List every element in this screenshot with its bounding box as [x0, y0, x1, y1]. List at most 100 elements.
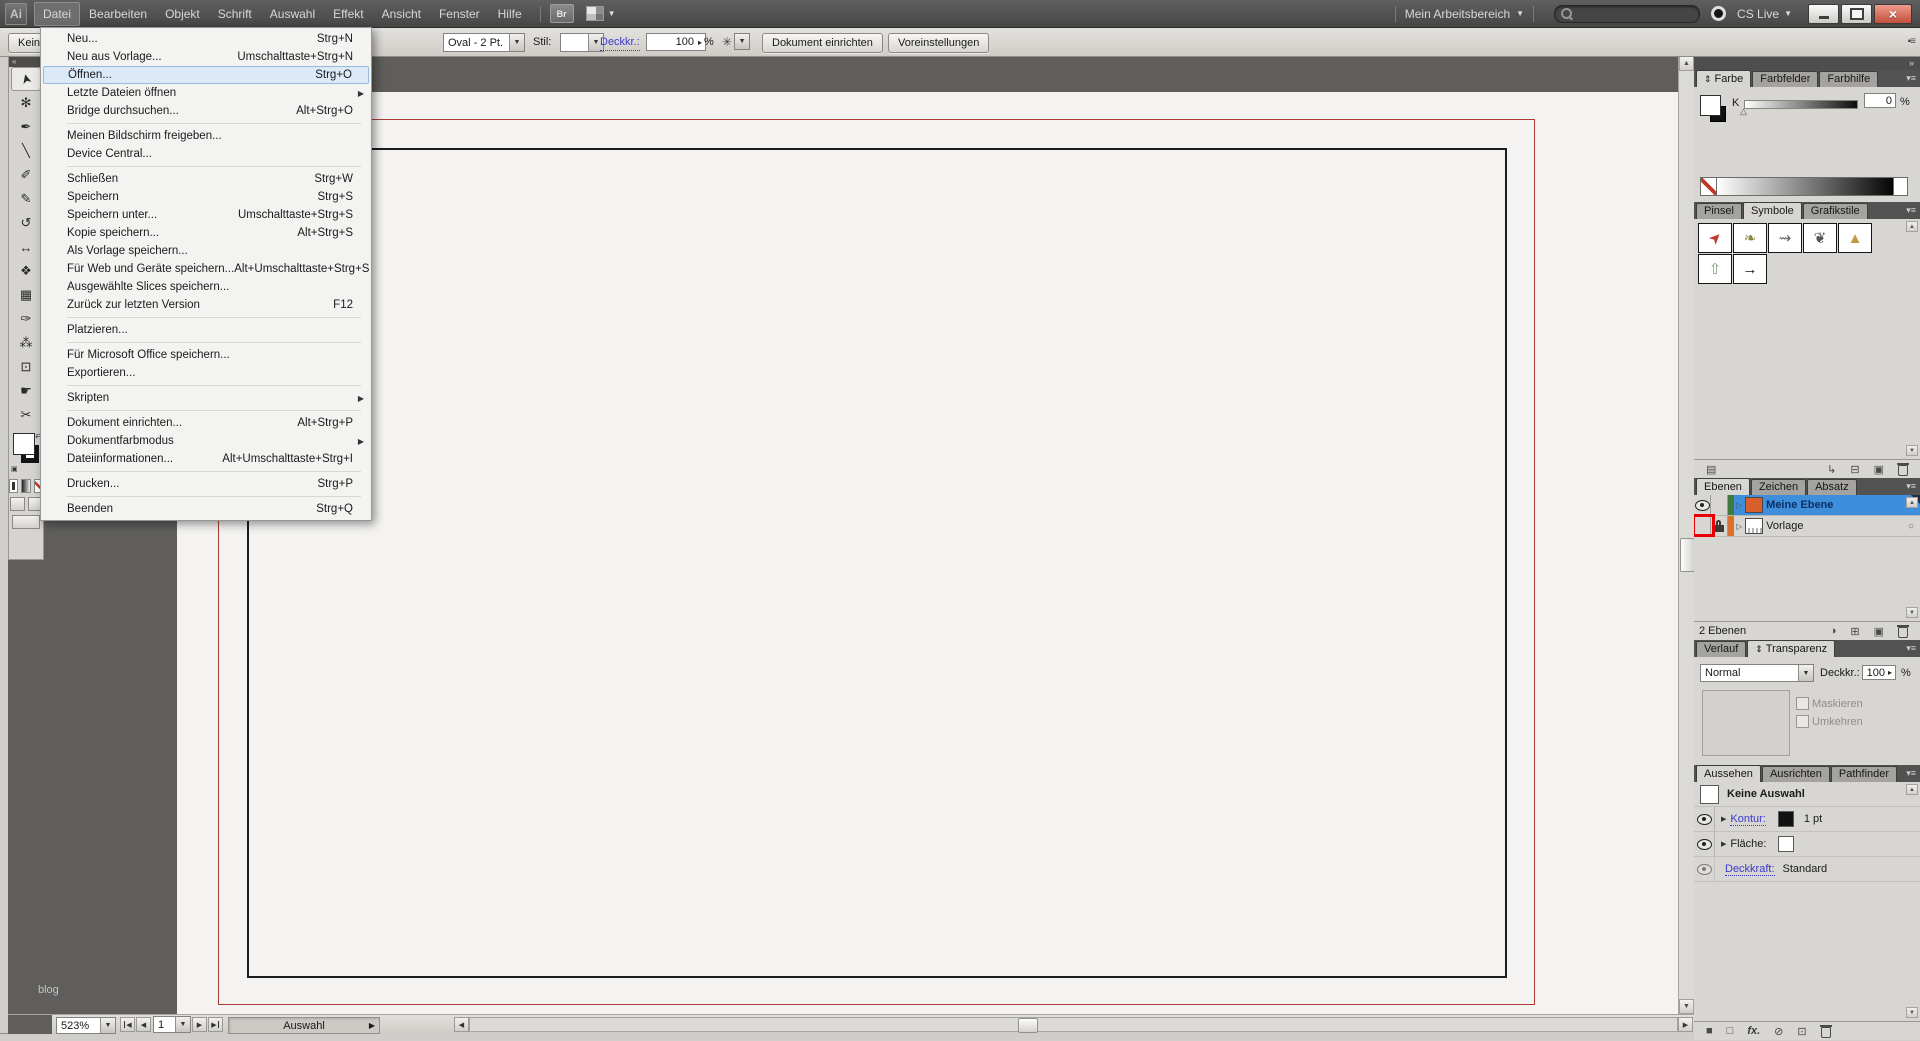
menu-item-speichern[interactable]: SpeichernStrg+S: [41, 188, 371, 206]
delete-item-icon[interactable]: [1821, 1024, 1831, 1038]
new-symbol-icon[interactable]: ▣: [1874, 463, 1884, 476]
visibility-toggle[interactable]: [1694, 807, 1715, 831]
menu-item-schliessen[interactable]: SchließenStrg+W: [41, 170, 371, 188]
menu-item-letzte-dateien-oeffnen[interactable]: Letzte Dateien öffnen▶: [41, 84, 371, 102]
menu-item-bildschirm-freigeben[interactable]: Meinen Bildschirm freigeben...: [41, 127, 371, 145]
new-art-basic-appearance-icon[interactable]: ■: [1706, 1025, 1713, 1037]
menu-item-neu-aus-vorlage[interactable]: Neu aus Vorlage...Umschalttaste+Strg+N: [41, 48, 371, 66]
break-symbol-link-icon[interactable]: ⊟: [1850, 463, 1859, 476]
workspace-switcher[interactable]: Mein Arbeitsbereich ▼: [1405, 7, 1524, 21]
menu-item-dokumentfarbmodus[interactable]: Dokumentfarbmodus▶: [41, 432, 371, 450]
menu-item-speichern-unter[interactable]: Speichern unter...Umschalttaste+Strg+S: [41, 206, 371, 224]
zoom-level-select[interactable]: 523% ▼: [56, 1017, 116, 1034]
menu-item-bridge-durchsuchen[interactable]: Bridge durchsuchen...Alt+Strg+O: [41, 102, 371, 120]
horizontal-scrollbar-thumb[interactable]: [1018, 1018, 1038, 1033]
menu-item-skripten[interactable]: Skripten▶: [41, 389, 371, 407]
tab-pinsel[interactable]: Pinsel: [1696, 203, 1742, 219]
layer-row-1[interactable]: ▷Vorlage○: [1694, 516, 1920, 537]
tab-farbfelder[interactable]: Farbfelder: [1752, 71, 1818, 87]
menu-item-kopie-speichern[interactable]: Kopie speichern...Alt+Strg+S: [41, 224, 371, 242]
arrange-documents-button[interactable]: ▼: [586, 6, 616, 21]
layer-visibility-toggle[interactable]: [1694, 495, 1711, 515]
horizontal-scrollbar[interactable]: [469, 1017, 1678, 1032]
menubar-item-effekt[interactable]: Effekt: [324, 2, 372, 26]
menubar-item-auswahl[interactable]: Auswahl: [261, 2, 324, 26]
menu-item-slices-speichern[interactable]: Ausgewählte Slices speichern...: [41, 278, 371, 296]
menu-item-fuer-web-speichern[interactable]: Für Web und Geräte speichern...Alt+Umsch…: [41, 260, 371, 278]
scroll-up-button[interactable]: ▲: [1906, 497, 1918, 508]
k-channel-slider[interactable]: [1744, 100, 1858, 109]
menubar-item-bearbeiten[interactable]: Bearbeiten: [80, 2, 156, 26]
magic-wand-tool[interactable]: ✻: [9, 91, 43, 115]
gradient-button[interactable]: [21, 479, 30, 493]
tab-farbe[interactable]: ⇕Farbe: [1696, 70, 1751, 87]
eyedropper-tool[interactable]: ✑: [9, 307, 43, 331]
fill-color-swatch[interactable]: [1778, 836, 1794, 852]
stroke-attribute-row[interactable]: ▶ Kontur: 1 pt: [1694, 807, 1920, 832]
disclosure-triangle-icon[interactable]: ▶: [1721, 840, 1726, 848]
vertical-scrollbar[interactable]: ▲ ▼: [1678, 56, 1694, 1014]
style-select[interactable]: ▼: [560, 33, 604, 52]
stroke-color-swatch[interactable]: [1778, 811, 1794, 827]
black-arrow-symbol[interactable]: →: [1733, 254, 1767, 284]
tab-ebenen[interactable]: Ebenen: [1696, 478, 1750, 495]
scroll-up-button[interactable]: ▲: [1906, 784, 1918, 795]
preferences-button[interactable]: Voreinstellungen: [888, 33, 989, 53]
rotate-tool[interactable]: ↺: [9, 211, 43, 235]
status-menu-icon[interactable]: ▶: [369, 1021, 375, 1030]
make-clipping-mask-icon[interactable]: ◑: [1830, 625, 1837, 637]
tab-symbole[interactable]: Symbole: [1743, 202, 1802, 219]
scroll-up-button[interactable]: ▲: [1906, 221, 1918, 232]
last-artboard-button[interactable]: ▶: [208, 1017, 223, 1032]
paintbrush-tool[interactable]: ✐: [9, 163, 43, 187]
tab-grafikstile[interactable]: Grafikstile: [1803, 203, 1868, 219]
menu-item-oeffnen[interactable]: Öffnen...Strg+O: [43, 66, 369, 84]
panel-menu-icon[interactable]: ▾≡: [1906, 73, 1916, 84]
umkehren-checkbox[interactable]: [1796, 715, 1809, 728]
panel-menu-icon[interactable]: ▾≡: [1906, 481, 1916, 492]
white-swatch[interactable]: [1893, 178, 1907, 195]
first-artboard-button[interactable]: ◀: [120, 1017, 135, 1032]
previous-artboard-button[interactable]: ◀: [136, 1017, 151, 1032]
restore-button[interactable]: [1841, 4, 1872, 24]
grayscale-ramp[interactable]: [1717, 178, 1893, 195]
opacity-link[interactable]: Deckkr.:: [600, 33, 640, 51]
scroll-up-button[interactable]: ▲: [1679, 56, 1694, 71]
menu-item-zurueck-version[interactable]: Zurück zur letzten VersionF12: [41, 296, 371, 314]
symbol-libraries-menu-icon[interactable]: ▤: [1706, 463, 1716, 476]
next-artboard-button[interactable]: ▶: [192, 1017, 207, 1032]
launch-bridge-button[interactable]: Br: [550, 4, 574, 23]
menu-item-dateiinformationen[interactable]: Dateiinformationen...Alt+Umschalttaste+S…: [41, 450, 371, 468]
panel-menu-icon[interactable]: ▾≡: [1906, 205, 1916, 216]
layer-target-icon[interactable]: ○: [1908, 521, 1914, 532]
select-similar-button[interactable]: ✳ ▼: [722, 33, 750, 50]
collapse-panel-button[interactable]: «: [9, 56, 43, 67]
color-button[interactable]: [9, 479, 18, 493]
opacity-input[interactable]: 100 ▸: [1862, 665, 1896, 680]
layer-row-body[interactable]: ▷Vorlage○: [1734, 516, 1920, 536]
pencil-tool[interactable]: ✎: [9, 187, 43, 211]
clear-appearance-icon[interactable]: ⊘: [1774, 1025, 1783, 1038]
menubar-item-fenster[interactable]: Fenster: [430, 2, 489, 26]
brush-definition-select[interactable]: Oval - 2 Pt. ▼: [443, 33, 525, 52]
menubar-item-datei[interactable]: Datei: [34, 2, 80, 26]
draw-normal-button[interactable]: [10, 497, 25, 511]
menu-item-beenden[interactable]: BeendenStrg+Q: [41, 500, 371, 518]
delete-layer-icon[interactable]: [1898, 624, 1908, 638]
fill-color-well[interactable]: [13, 433, 35, 455]
new-sublayer-icon[interactable]: ⊞: [1850, 625, 1859, 638]
layer-visibility-toggle[interactable]: [1694, 516, 1711, 536]
blend-mode-select[interactable]: Normal ▼: [1700, 664, 1814, 682]
maskieren-checkbox[interactable]: [1796, 697, 1809, 710]
blade-tool[interactable]: ✂: [9, 403, 43, 427]
tab-ausrichten[interactable]: Ausrichten: [1762, 766, 1830, 782]
tab-zeichen[interactable]: Zeichen: [1751, 479, 1806, 495]
menu-item-device-central[interactable]: Device Central...: [41, 145, 371, 163]
scroll-down-button[interactable]: ▼: [1906, 445, 1918, 456]
disclosure-triangle-icon[interactable]: ▷: [1736, 522, 1742, 531]
document-setup-button[interactable]: Dokument einrichten: [762, 33, 883, 53]
duplicate-item-icon[interactable]: ⊡: [1797, 1025, 1806, 1038]
opacity-attribute-row[interactable]: Deckkraft: Standard: [1694, 857, 1920, 882]
pyramid-symbol[interactable]: ▲: [1838, 223, 1872, 253]
panel-menu-icon[interactable]: ▾≡: [1906, 768, 1916, 779]
